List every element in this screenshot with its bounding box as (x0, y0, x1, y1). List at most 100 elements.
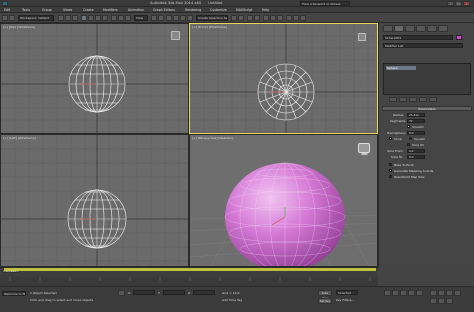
stack-item-sphere[interactable]: Sphere (386, 66, 416, 70)
select-link-icon[interactable] (58, 15, 64, 21)
menu-graph-editors[interactable]: Graph Editors (153, 8, 175, 12)
app-logo-icon[interactable] (2, 1, 8, 6)
select-object-icon[interactable] (81, 15, 87, 21)
menu-group[interactable]: Group (42, 8, 52, 12)
menu-help[interactable]: Help (262, 8, 269, 12)
base-to-pivot-checkbox[interactable] (389, 163, 392, 166)
motion-tab-icon[interactable] (416, 25, 426, 32)
menu-rendering[interactable]: Rendering (185, 8, 201, 12)
slice-to-spinner[interactable]: 0.0 (407, 155, 425, 159)
track-bar[interactable] (0, 277, 378, 286)
viewport-label[interactable]: [+] [Top] [Wireframe] (3, 25, 35, 29)
bind-space-warp-icon[interactable] (72, 15, 78, 21)
viewport-perspective[interactable]: [+] [Perspective] [Realistic] (189, 134, 378, 267)
rendered-frame-window-icon[interactable] (293, 15, 299, 21)
make-unique-icon[interactable] (409, 97, 417, 102)
play-icon[interactable] (400, 290, 407, 296)
mirror-icon[interactable] (231, 15, 237, 21)
viewport-label[interactable]: [+] [Perspective] [Realistic] (192, 136, 233, 140)
z-coord-field[interactable] (193, 290, 215, 295)
rectangle-selection-icon[interactable] (95, 15, 101, 21)
menu-modifiers[interactable]: Modifiers (103, 8, 118, 12)
key-filters-button[interactable]: Key Filters... (336, 298, 354, 302)
generate-mapping-checkbox[interactable] (389, 169, 392, 172)
render-setup-icon[interactable] (286, 15, 292, 21)
previous-frame-icon[interactable] (392, 290, 399, 296)
auto-key-button[interactable]: Auto Key (318, 290, 332, 300)
maximize-viewport-icon[interactable] (446, 298, 453, 304)
pan-view-icon[interactable] (430, 298, 437, 304)
set-key-button[interactable]: Set Key (318, 298, 332, 304)
close-button[interactable]: × (463, 1, 470, 6)
y-coord-field[interactable] (163, 290, 185, 295)
pivot-center-icon[interactable] (151, 15, 157, 21)
orbit-icon[interactable] (438, 298, 445, 304)
object-color-swatch[interactable] (456, 35, 462, 40)
hemisphere-spinner[interactable]: 0.0 (407, 131, 425, 135)
create-tab-icon[interactable] (383, 25, 393, 32)
viewport-label[interactable]: [+] [Front] [Wireframe] (192, 25, 227, 29)
selected-dropdown[interactable]: Selected (336, 290, 358, 295)
go-to-start-icon[interactable] (384, 290, 391, 296)
smooth-checkbox[interactable] (407, 125, 410, 128)
zoom-extents-icon[interactable] (446, 290, 453, 296)
rotate-icon[interactable] (118, 15, 124, 21)
next-frame-icon[interactable] (408, 290, 415, 296)
hierarchy-tab-icon[interactable] (405, 25, 415, 32)
render-production-icon[interactable] (300, 15, 306, 21)
move-icon[interactable] (111, 15, 117, 21)
layer-manager-icon[interactable] (247, 15, 253, 21)
field-of-view-icon[interactable] (454, 290, 461, 296)
viewport-top[interactable]: [+] [Top] [Wireframe] (0, 23, 189, 134)
add-time-tag-button[interactable]: Add Time Tag (222, 298, 242, 302)
chop-radio[interactable] (389, 137, 392, 140)
show-end-result-icon[interactable] (399, 97, 407, 102)
modifier-list-dropdown[interactable]: Modifier List (383, 43, 463, 48)
viewcube-icon[interactable] (358, 143, 370, 153)
curve-editor-icon[interactable] (263, 15, 269, 21)
search-input[interactable]: Type a keyword or phrase (300, 1, 350, 6)
reference-coordinate-dropdown[interactable]: View (134, 15, 148, 21)
viewport-left[interactable]: [+] [Left] [Wireframe] (0, 134, 189, 267)
minimize-button[interactable]: – (447, 1, 454, 6)
menu-animation[interactable]: Animation (128, 8, 144, 12)
spinner-snap-icon[interactable] (187, 15, 193, 21)
segments-spinner[interactable]: 32 (407, 119, 425, 123)
lock-selection-icon[interactable] (118, 290, 125, 296)
zoom-icon[interactable] (430, 290, 437, 296)
select-by-name-icon[interactable] (88, 15, 94, 21)
material-editor-icon[interactable] (277, 15, 283, 21)
menu-maxscript[interactable]: MAXScript (236, 8, 252, 12)
modify-tab-icon[interactable] (394, 25, 404, 32)
maximize-button[interactable]: □ (455, 1, 462, 6)
undo-icon[interactable] (2, 15, 8, 21)
menu-tools[interactable]: Tools (22, 8, 30, 12)
maxscript-listener[interactable]: Welcome to M (2, 291, 26, 296)
configure-sets-icon[interactable] (429, 97, 437, 102)
window-crossing-icon[interactable] (102, 15, 108, 21)
remove-modifier-icon[interactable] (419, 97, 427, 102)
squash-radio[interactable] (409, 137, 412, 140)
manipulate-icon[interactable] (158, 15, 164, 21)
graphite-tools-icon[interactable] (254, 15, 260, 21)
menu-edit[interactable]: Edit (4, 8, 10, 12)
x-coord-field[interactable] (133, 290, 155, 295)
menu-views[interactable]: Views (63, 8, 72, 12)
menu-customize[interactable]: Customize (210, 8, 227, 12)
workspace-dropdown[interactable]: Workspace: Default (18, 15, 54, 21)
modifier-stack[interactable]: Sphere (383, 63, 471, 95)
percent-snap-icon[interactable] (180, 15, 186, 21)
schematic-view-icon[interactable] (270, 15, 276, 21)
align-icon[interactable] (238, 15, 244, 21)
viewport-front[interactable]: [+] [Front] [Wireframe] (189, 23, 378, 134)
viewcube-icon[interactable] (171, 31, 180, 40)
utilities-tab-icon[interactable] (438, 25, 448, 32)
scale-icon[interactable] (125, 15, 131, 21)
display-tab-icon[interactable] (427, 25, 437, 32)
snaps-toggle-icon[interactable] (166, 15, 172, 21)
angle-snap-icon[interactable] (173, 15, 179, 21)
slice-on-checkbox[interactable] (407, 143, 410, 146)
parameters-rollout[interactable]: Parameters (382, 106, 472, 111)
viewcube-ring-icon[interactable] (361, 153, 368, 155)
zoom-all-icon[interactable] (438, 290, 445, 296)
